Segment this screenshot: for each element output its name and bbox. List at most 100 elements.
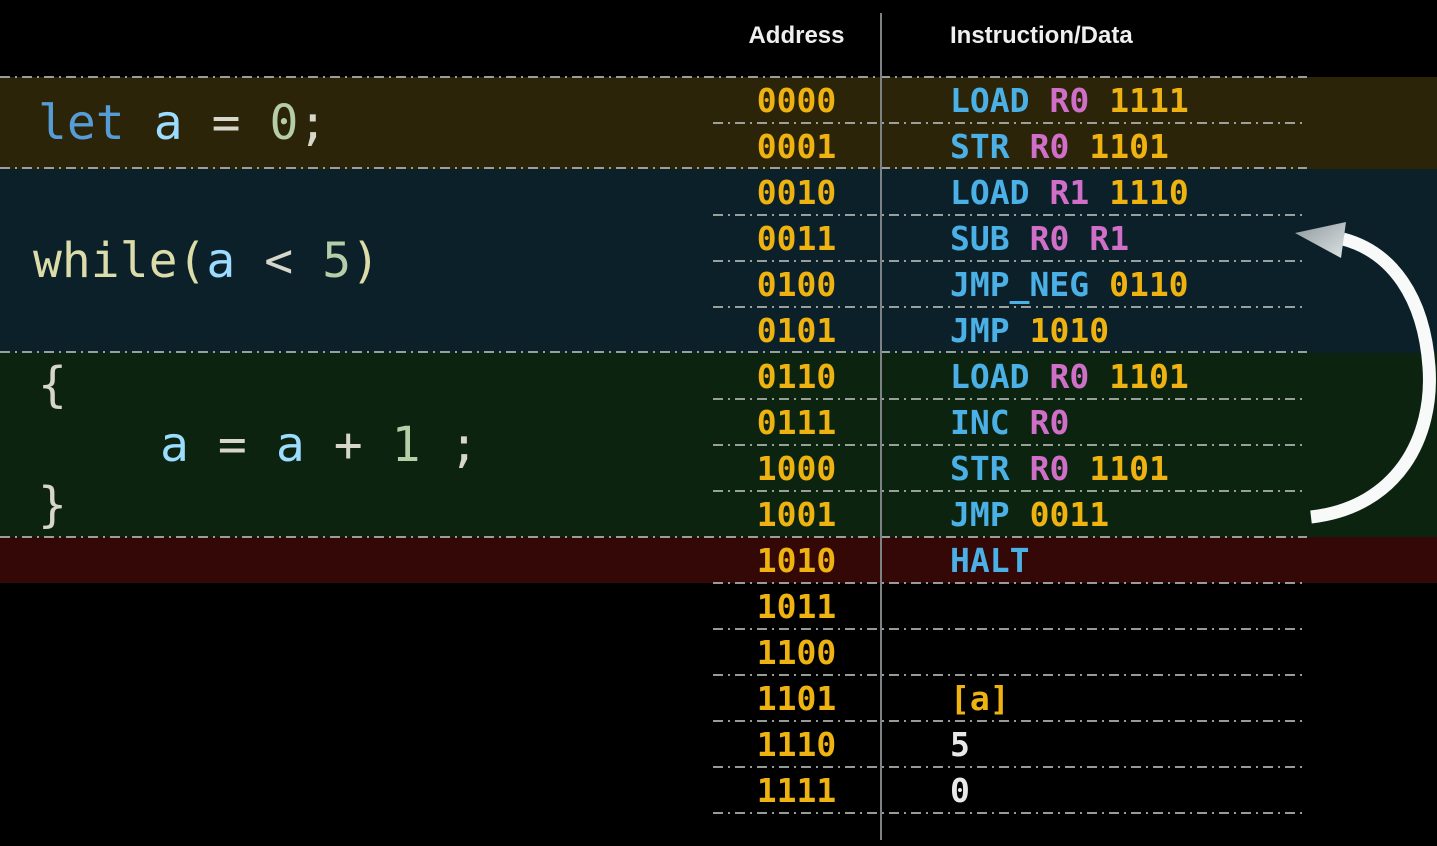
data-token: [a] bbox=[950, 679, 1010, 718]
instruction-cell: LOAD R1 1110 bbox=[880, 173, 1437, 212]
operator-token: + bbox=[334, 417, 363, 473]
address-cell: 0101 bbox=[713, 311, 880, 350]
instruction-cell: LOAD R0 1101 bbox=[880, 357, 1437, 396]
code-line-let: leta = 0; bbox=[38, 77, 327, 169]
register-token: R0 bbox=[1030, 219, 1070, 258]
memory-row: 1011 bbox=[713, 583, 1437, 629]
address-cell: 0011 bbox=[713, 219, 880, 258]
code-line-increment: a = a +1; bbox=[38, 415, 478, 475]
memory-row: 0011 SUB R0 R1 bbox=[713, 215, 1437, 261]
opcode-token: JMP bbox=[950, 311, 1010, 350]
memory-row: 0001 STR R0 1101 bbox=[713, 123, 1437, 169]
address-cell: 0110 bbox=[713, 357, 880, 396]
memory-row: 1001 JMP 0011 bbox=[713, 491, 1437, 537]
close-brace: } bbox=[38, 475, 478, 535]
address-cell: 1000 bbox=[713, 449, 880, 488]
memory-row: 0010 LOAD R1 1110 bbox=[713, 169, 1437, 215]
instruction-cell: [a] bbox=[880, 679, 1437, 718]
instruction-cell: INC R0 bbox=[880, 403, 1437, 442]
data-token: 5 bbox=[950, 725, 970, 764]
address-cell: 0010 bbox=[713, 173, 880, 212]
variable-token: a bbox=[276, 417, 305, 473]
register-token: R0 bbox=[1030, 449, 1070, 488]
instruction-cell: STR R0 1101 bbox=[880, 449, 1437, 488]
opcode-token: JMP_NEG bbox=[950, 265, 1089, 304]
address-cell: 1111 bbox=[713, 771, 880, 810]
memory-row: 0100 JMP_NEG 0110 bbox=[713, 261, 1437, 307]
operand-token: 0011 bbox=[1030, 495, 1109, 534]
register-token: R0 bbox=[1049, 81, 1089, 120]
memory-row: 1000 STR R0 1101 bbox=[713, 445, 1437, 491]
operator-token: = bbox=[218, 417, 247, 473]
opcode-token: LOAD bbox=[950, 173, 1029, 212]
address-cell: 1100 bbox=[713, 633, 880, 672]
variable-token: a bbox=[154, 95, 183, 151]
opcode-token: JMP bbox=[950, 495, 1010, 534]
variable-token: a bbox=[160, 417, 189, 473]
data-token: 0 bbox=[950, 771, 970, 810]
address-cell: 1001 bbox=[713, 495, 880, 534]
instruction-cell: JMP 1010 bbox=[880, 311, 1437, 350]
address-cell: 0100 bbox=[713, 265, 880, 304]
opcode-token: LOAD bbox=[950, 357, 1029, 396]
memory-row: 1010 HALT bbox=[713, 537, 1437, 583]
register-token: R0 bbox=[1030, 127, 1070, 166]
operator-token: < bbox=[264, 233, 293, 289]
semicolon-token: ; bbox=[450, 417, 479, 473]
code-line-while: while(a <5) bbox=[33, 169, 380, 353]
operand-token: 1111 bbox=[1109, 81, 1188, 120]
table-header: Address Instruction/Data bbox=[713, 14, 1437, 58]
address-cell: 1010 bbox=[713, 541, 880, 580]
memory-row: 0111 INCR0 bbox=[713, 399, 1437, 445]
instruction-cell: JMP_NEG 0110 bbox=[880, 265, 1437, 304]
address-cell: 1101 bbox=[713, 679, 880, 718]
instruction-cell: LOAD R0 1111 bbox=[880, 81, 1437, 120]
opcode-token: LOAD bbox=[950, 81, 1029, 120]
memory-row: 1101 [a] bbox=[713, 675, 1437, 721]
opcode-token: STR bbox=[950, 449, 1010, 488]
memory-mapping-diagram: Address Instruction/Data 0000 LOADR01111… bbox=[0, 0, 1437, 846]
address-cell: 0000 bbox=[713, 81, 880, 120]
memory-row: 0110 LOAD R0 1101 bbox=[713, 353, 1437, 399]
address-cell: 1011 bbox=[713, 587, 880, 626]
memory-table: 0000 LOADR01111 0001 STRR01101 0010 LOAD… bbox=[713, 77, 1437, 813]
variable-token: a bbox=[206, 233, 235, 289]
operand-token: 1010 bbox=[1030, 311, 1109, 350]
opcode-token: INC bbox=[950, 403, 1010, 442]
operand-token: 1110 bbox=[1109, 173, 1188, 212]
register-token: R1 bbox=[1049, 173, 1089, 212]
instruction-column-header: Instruction/Data bbox=[880, 22, 1133, 50]
opcode-token: STR bbox=[950, 127, 1010, 166]
operator-token: = bbox=[212, 95, 241, 151]
register-token: R0 bbox=[1049, 357, 1089, 396]
instruction-cell: JMP 0011 bbox=[880, 495, 1437, 534]
operand-token: 0110 bbox=[1109, 265, 1188, 304]
opcode-token: HALT bbox=[950, 541, 1029, 580]
address-cell: 0001 bbox=[713, 127, 880, 166]
opcode-token: SUB bbox=[950, 219, 1010, 258]
operand-token: 1101 bbox=[1109, 357, 1188, 396]
instruction-cell: STR R0 1101 bbox=[880, 127, 1437, 166]
paren-token: ) bbox=[351, 233, 380, 289]
number-token: 0 bbox=[270, 95, 299, 151]
instruction-cell: HALT bbox=[880, 541, 1437, 580]
register-token: R0 bbox=[1030, 403, 1070, 442]
memory-row: 1100 bbox=[713, 629, 1437, 675]
memory-row: 0101 JMP 1010 bbox=[713, 307, 1437, 353]
register-token: R1 bbox=[1089, 219, 1129, 258]
operand-token: 1101 bbox=[1089, 127, 1168, 166]
keyword-token: while( bbox=[33, 233, 206, 289]
number-token: 5 bbox=[322, 233, 351, 289]
address-column-header: Address bbox=[713, 22, 880, 50]
code-block-loop-body: { a = a +1; } bbox=[38, 353, 478, 537]
address-cell: 1110 bbox=[713, 725, 880, 764]
number-token: 1 bbox=[392, 417, 421, 473]
instruction-cell: 0 bbox=[880, 771, 1437, 810]
instruction-cell: 5 bbox=[880, 725, 1437, 764]
instruction-cell: SUB R0 R1 bbox=[880, 219, 1437, 258]
open-brace: { bbox=[38, 355, 478, 415]
keyword-token: let bbox=[38, 95, 125, 151]
memory-row: 0000 LOAD R0 1111 bbox=[713, 77, 1437, 123]
semicolon-token: ; bbox=[298, 95, 327, 151]
operand-token: 1101 bbox=[1089, 449, 1168, 488]
